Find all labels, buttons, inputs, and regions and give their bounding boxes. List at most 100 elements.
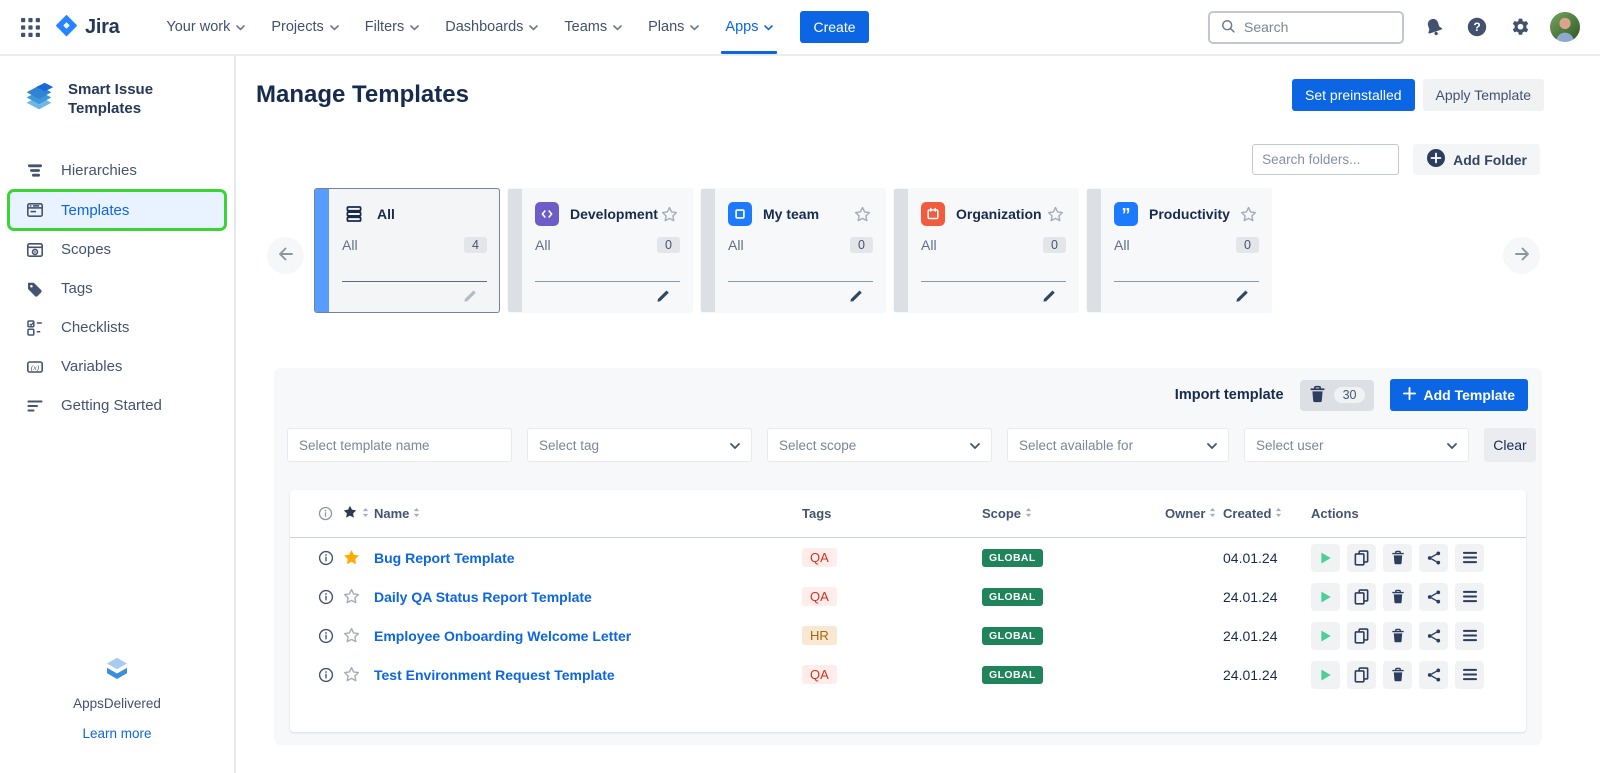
edit-folder-pencil-icon[interactable]	[655, 288, 671, 307]
sidebar-item-getting-started[interactable]: Getting Started	[0, 386, 234, 425]
carousel-next-button[interactable]	[1503, 237, 1540, 274]
trash-bin-button[interactable]: 30	[1300, 380, 1375, 411]
apply-template-play-button[interactable]	[1311, 622, 1340, 650]
delete-template-button[interactable]	[1383, 622, 1412, 650]
more-options-button[interactable]	[1455, 661, 1484, 689]
share-template-button[interactable]	[1419, 622, 1448, 650]
nav-item-filters[interactable]: Filters	[352, 0, 432, 54]
sidebar-item-templates[interactable]: Templates	[10, 192, 224, 228]
user-avatar[interactable]	[1550, 12, 1580, 42]
owner-column-header[interactable]: Owner	[1157, 506, 1223, 521]
apply-template-button[interactable]: Apply Template	[1423, 79, 1544, 111]
favorite-column-header[interactable]	[342, 504, 374, 523]
more-options-button[interactable]	[1455, 583, 1484, 611]
copy-template-button[interactable]	[1347, 661, 1376, 689]
add-folder-button[interactable]: Add Folder	[1413, 144, 1540, 175]
search-folders-input[interactable]	[1252, 144, 1399, 175]
create-button[interactable]: Create	[800, 11, 868, 43]
sort-icon	[413, 506, 420, 521]
set-preinstalled-button[interactable]: Set preinstalled	[1292, 79, 1415, 111]
copy-template-button[interactable]	[1347, 583, 1376, 611]
info-icon[interactable]	[318, 628, 342, 644]
delete-template-button[interactable]	[1383, 583, 1412, 611]
plus-icon	[1403, 387, 1416, 403]
table-row: Test Environment Request TemplateQAGLOBA…	[290, 655, 1526, 694]
sidebar-item-tags[interactable]: Tags	[0, 269, 234, 308]
clear-filters-button[interactable]: Clear	[1484, 428, 1536, 462]
templates-table: Name Tags Scope Owner Created	[290, 490, 1526, 732]
template-name-link[interactable]: Test Environment Request Template	[374, 667, 802, 683]
select-template-name-input[interactable]	[287, 428, 512, 462]
star-outline-icon[interactable]	[660, 205, 680, 224]
name-column-header[interactable]: Name	[374, 506, 802, 521]
apply-template-play-button[interactable]	[1311, 661, 1340, 689]
info-icon[interactable]	[318, 667, 342, 683]
sidebar-item-variables[interactable]: (x)Variables	[0, 347, 234, 386]
template-name-link[interactable]: Daily QA Status Report Template	[374, 589, 802, 605]
star-outline-icon[interactable]	[342, 665, 374, 684]
app-switcher-icon[interactable]	[14, 11, 46, 43]
template-name-link[interactable]: Bug Report Template	[374, 550, 802, 566]
carousel-previous-button[interactable]	[267, 237, 304, 274]
scope-column-header[interactable]: Scope	[982, 506, 1157, 521]
share-template-button[interactable]	[1419, 583, 1448, 611]
star-outline-icon[interactable]	[1239, 205, 1259, 224]
folder-card-organization[interactable]: OrganizationAll0	[893, 188, 1079, 313]
search-input[interactable]	[1244, 19, 1392, 35]
sidebar-item-hierarchies[interactable]: Hierarchies	[0, 151, 234, 190]
info-icon[interactable]	[318, 550, 342, 566]
star-outline-icon[interactable]	[853, 205, 873, 224]
info-icon[interactable]	[318, 589, 342, 605]
copy-template-button[interactable]	[1347, 622, 1376, 650]
edit-folder-pencil-icon[interactable]	[462, 288, 478, 307]
appsdelivered-brand: AppsDelivered	[0, 696, 234, 711]
select-scope-dropdown[interactable]: Select scope	[767, 428, 992, 462]
trash-icon	[1309, 385, 1326, 406]
add-template-button[interactable]: Add Template	[1390, 379, 1528, 411]
folder-card-my-team[interactable]: My teamAll0	[700, 188, 886, 313]
edit-folder-pencil-icon[interactable]	[848, 288, 864, 307]
getting-started-icon	[24, 396, 46, 416]
nav-item-dashboards[interactable]: Dashboards	[432, 0, 551, 54]
jira-logo[interactable]: Jira	[54, 13, 119, 41]
help-icon[interactable]: ?	[1464, 14, 1490, 40]
select-tag-dropdown[interactable]: Select tag	[527, 428, 752, 462]
tag-badge: HR	[802, 626, 837, 645]
import-template-button[interactable]: Import template	[1175, 387, 1284, 403]
delete-template-button[interactable]	[1383, 661, 1412, 689]
nav-item-apps[interactable]: Apps	[712, 0, 786, 54]
settings-gear-icon[interactable]	[1507, 14, 1533, 40]
global-search[interactable]	[1208, 11, 1404, 44]
nav-item-plans[interactable]: Plans	[635, 0, 712, 54]
folder-card-development[interactable]: DevelopmentAll0	[507, 188, 693, 313]
nav-item-projects[interactable]: Projects	[258, 0, 351, 54]
folder-card-all[interactable]: AllAll4	[314, 188, 500, 313]
notifications-bell-icon[interactable]	[1421, 14, 1447, 40]
star-outline-icon[interactable]	[342, 587, 374, 606]
learn-more-link[interactable]: Learn more	[82, 726, 151, 741]
share-template-button[interactable]	[1419, 661, 1448, 689]
star-filled-icon[interactable]	[342, 548, 374, 567]
nav-item-your-work[interactable]: Your work	[153, 0, 258, 54]
nav-item-teams[interactable]: Teams	[551, 0, 635, 54]
edit-folder-pencil-icon[interactable]	[1041, 288, 1057, 307]
header-actions: Set preinstalled Apply Template	[1292, 79, 1544, 111]
more-options-button[interactable]	[1455, 544, 1484, 572]
edit-folder-pencil-icon[interactable]	[1234, 288, 1250, 307]
select-available-for-dropdown[interactable]: Select available for	[1007, 428, 1229, 462]
apply-template-play-button[interactable]	[1311, 544, 1340, 572]
created-column-header[interactable]: Created	[1223, 506, 1311, 521]
sidebar-item-scopes[interactable]: Scopes	[0, 230, 234, 269]
star-outline-icon[interactable]	[1046, 205, 1066, 224]
more-options-button[interactable]	[1455, 622, 1484, 650]
apply-template-play-button[interactable]	[1311, 583, 1340, 611]
share-template-button[interactable]	[1419, 544, 1448, 572]
template-name-link[interactable]: Employee Onboarding Welcome Letter	[374, 628, 802, 644]
delete-template-button[interactable]	[1383, 544, 1412, 572]
star-outline-icon[interactable]	[342, 626, 374, 645]
copy-template-button[interactable]	[1347, 544, 1376, 572]
sidebar-item-checklists[interactable]: Checklists	[0, 308, 234, 347]
chevron-down-icon	[529, 19, 538, 35]
select-user-dropdown[interactable]: Select user	[1244, 428, 1469, 462]
folder-card-productivity[interactable]: ”ProductivityAll0	[1086, 188, 1272, 313]
